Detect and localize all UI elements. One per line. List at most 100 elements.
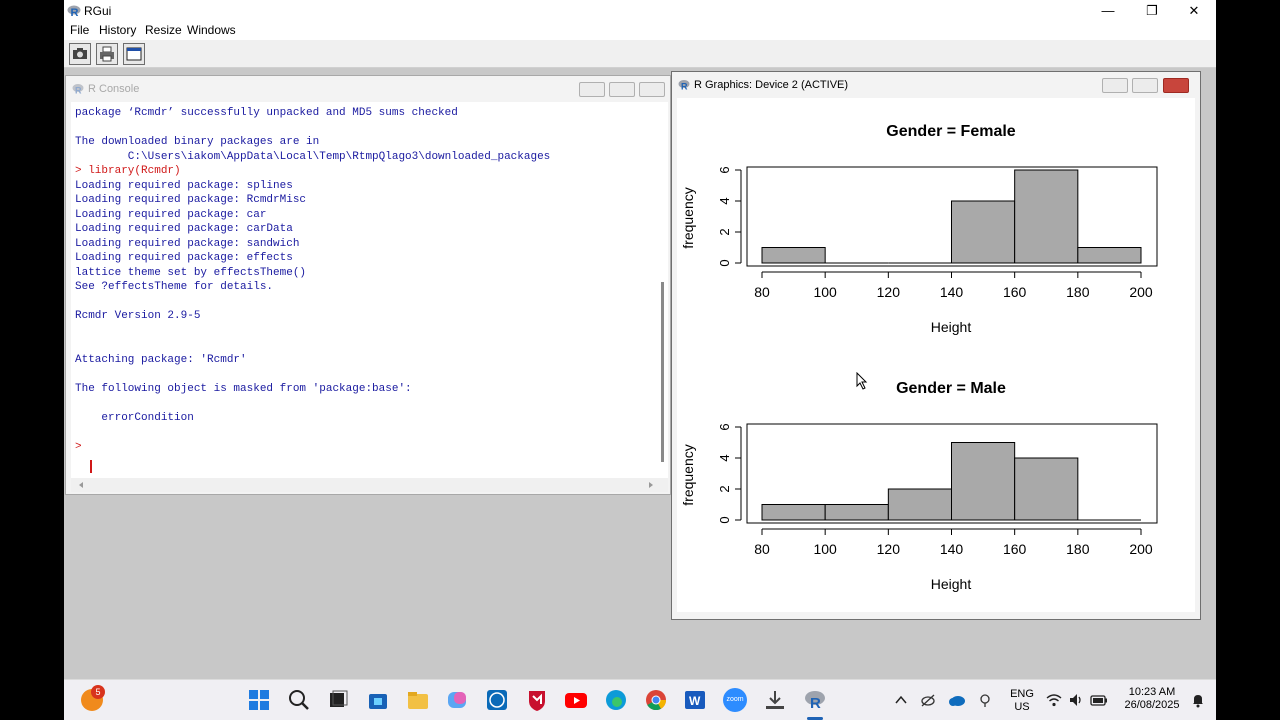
console-titlebar: R R Console [66, 76, 670, 102]
onedrive-icon[interactable] [948, 693, 966, 707]
word-icon[interactable]: W [683, 688, 707, 712]
console-line: Attaching package: 'Rcmdr' [75, 353, 247, 366]
chart-title: Gender = Female [886, 123, 1015, 140]
text-cursor [90, 460, 92, 473]
r-logo-icon: R [72, 84, 84, 95]
mcafee-icon[interactable] [525, 688, 549, 712]
dell-icon[interactable] [485, 688, 509, 712]
menu-bar: File History Resize Windows [64, 22, 1216, 40]
console-maximize-button[interactable] [609, 82, 635, 97]
console-line: errorCondition [75, 411, 194, 424]
histogram-bar [1014, 457, 1079, 521]
console-close-button[interactable] [639, 82, 665, 97]
downloads-icon[interactable] [763, 688, 787, 712]
svg-text:R: R [681, 82, 688, 92]
graphics-minimize-button[interactable] [1102, 78, 1128, 93]
console-line: The downloaded binary packages are in [75, 136, 320, 148]
maximize-button[interactable]: ❐ [1130, 0, 1174, 22]
youtube-icon[interactable] [564, 688, 588, 712]
console-line: Loading required package: carData [75, 223, 293, 235]
mouse-pointer-icon [856, 372, 868, 390]
rgui-screen: R RGui — ❐ ✕ File History Resize Windows [64, 0, 1216, 720]
battery-icon[interactable] [1090, 692, 1108, 708]
r-icon[interactable]: R [803, 688, 827, 712]
console-line: Loading required package: RcmdrMisc [75, 194, 307, 206]
x-tick-label: 140 [940, 541, 964, 557]
y-tick-label: 2 [717, 485, 732, 492]
wifi-icon[interactable] [1046, 692, 1062, 708]
console-line: Loading required package: sandwich [75, 237, 300, 250]
x-tick-label: 180 [1066, 284, 1090, 300]
x-tick-label: 80 [754, 284, 770, 300]
graphics-maximize-button[interactable] [1132, 78, 1158, 93]
histogram-bar [1077, 247, 1142, 264]
network-icon[interactable] [920, 692, 936, 708]
taskbar: 5 W zoom R ENG US 10:23 AM 26/08/2025 [64, 679, 1216, 720]
histogram-bar [951, 200, 1016, 264]
r-console-window[interactable]: R R Console package ‘Rcmdr’ successfully… [65, 75, 671, 495]
copilot-icon[interactable] [445, 688, 469, 712]
language-indicator[interactable]: ENG US [1008, 688, 1036, 714]
menu-resize[interactable]: Resize [145, 23, 182, 37]
clock-date: 26/08/2025 [1124, 699, 1180, 711]
search-icon[interactable] [287, 688, 311, 712]
y-tick-label: 4 [717, 454, 732, 461]
console-horizontal-scrollbar[interactable] [71, 478, 668, 492]
x-tick-label: 160 [1003, 541, 1027, 557]
graphics-close-button[interactable] [1163, 78, 1189, 93]
clock[interactable]: 10:23 AM 26/08/2025 [1120, 686, 1184, 712]
print-button[interactable] [96, 43, 118, 65]
graphics-title: R Graphics: Device 2 (ACTIVE) [694, 79, 849, 91]
zoom-icon[interactable]: zoom [723, 688, 747, 712]
console-line: > library(Rcmdr) [75, 165, 181, 177]
menu-history[interactable]: History [99, 23, 136, 37]
console-scrollbar[interactable] [661, 282, 664, 462]
notification-bell-icon[interactable] [1190, 692, 1206, 708]
chevron-up-icon[interactable] [894, 694, 908, 706]
graphics-canvas: Gender = Female 80 100 120 140 160 180 200 Heigh… [677, 98, 1195, 612]
edge-icon[interactable] [604, 688, 628, 712]
x-tick-label: 160 [1003, 284, 1027, 300]
window-button[interactable] [123, 43, 145, 65]
location-icon[interactable] [977, 692, 993, 708]
start-icon[interactable] [247, 688, 271, 712]
window-icon [126, 47, 142, 61]
store-icon[interactable] [366, 688, 390, 712]
graphics-titlebar: R R Graphics: Device 2 (ACTIVE) [672, 72, 1200, 98]
task-view-icon[interactable] [326, 688, 350, 712]
x-tick-label: 80 [754, 541, 770, 557]
console-minimize-button[interactable] [579, 82, 605, 97]
histogram-bar [824, 504, 889, 521]
console-line: lattice theme set by effectsTheme() [75, 266, 307, 279]
r-graphics-window[interactable]: R R Graphics: Device 2 (ACTIVE) Gender =… [671, 71, 1201, 620]
chrome-icon[interactable] [644, 688, 668, 712]
clock-time: 10:23 AM [1128, 686, 1176, 698]
x-tick-label: 200 [1129, 541, 1153, 557]
console-line: Rcmdr Version 2.9-5 [75, 310, 201, 322]
histogram-bar [951, 442, 1016, 521]
close-button[interactable]: ✕ [1172, 0, 1216, 22]
svg-text:W: W [689, 694, 701, 708]
file-explorer-icon[interactable] [406, 688, 430, 712]
open-script-icon [73, 48, 87, 59]
minimize-button[interactable]: — [1086, 0, 1130, 22]
console-line: Loading required package: effects [75, 252, 293, 264]
volume-icon[interactable] [1068, 692, 1084, 708]
r-logo-icon: R [67, 5, 81, 18]
menu-windows[interactable]: Windows [187, 23, 236, 37]
console-output[interactable]: package ‘Rcmdr’ successfully unpacked an… [71, 102, 668, 478]
print-icon [100, 46, 114, 62]
scroll-arrows [79, 482, 653, 488]
open-script-button[interactable] [69, 43, 91, 65]
histogram-bar [1014, 169, 1079, 264]
y-tick-label: 0 [717, 516, 732, 523]
svg-text:R: R [810, 695, 821, 712]
histogram-bar [761, 247, 826, 264]
histogram-plots: Gender = Female80 100 120 140 160 180 200Heigh… [680, 123, 1158, 592]
chart-title: Gender = Male [896, 380, 1006, 397]
toolbar [64, 40, 1216, 68]
y-tick-label: 2 [717, 228, 732, 235]
svg-text:R: R [71, 7, 79, 18]
menu-file[interactable]: File [70, 23, 89, 37]
console-line: > [75, 440, 82, 453]
